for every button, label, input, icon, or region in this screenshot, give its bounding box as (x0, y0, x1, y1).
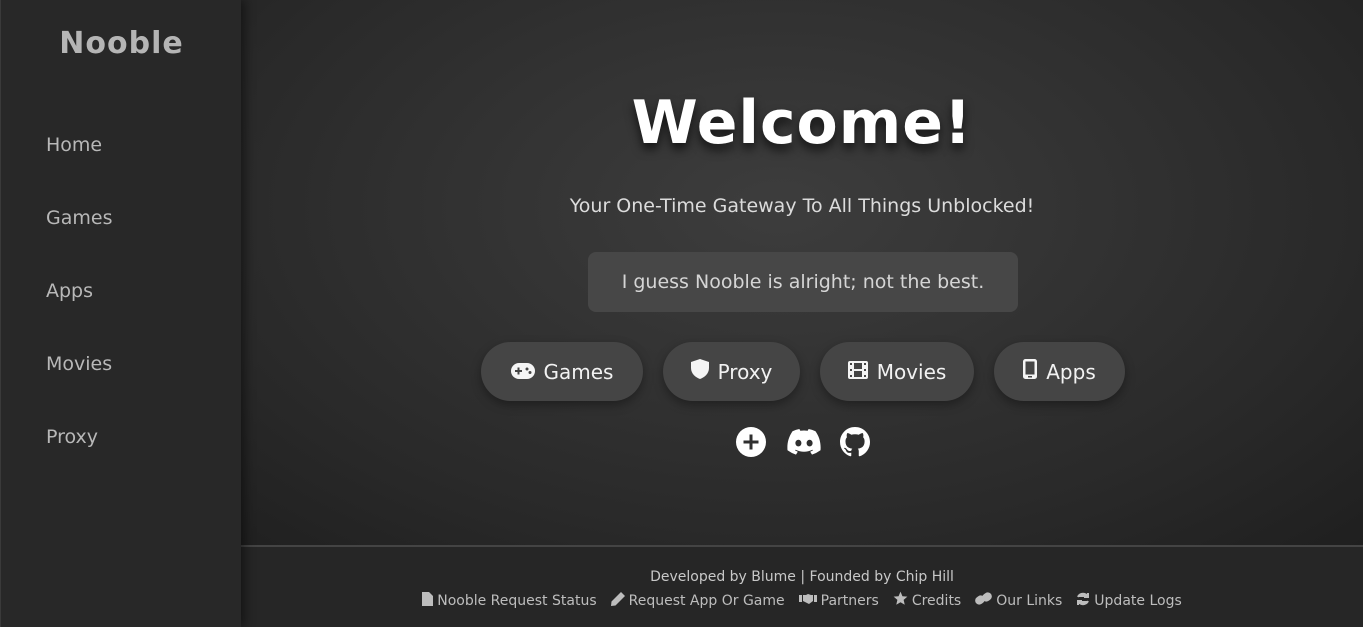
file-icon (422, 591, 434, 610)
footer-link-request-app[interactable]: Request App Or Game (610, 591, 785, 610)
footer: Developed by Blume | Founded by Chip Hil… (241, 545, 1363, 627)
footer-link-label: Request App Or Game (628, 592, 785, 609)
games-button[interactable]: Games (481, 342, 643, 401)
sidebar-item-home[interactable]: Home (46, 134, 102, 156)
shield-icon (690, 359, 709, 384)
footer-link-partners[interactable]: Partners (798, 591, 879, 610)
pencil-icon (610, 591, 625, 610)
star-icon (893, 591, 908, 610)
movies-button[interactable]: Movies (820, 342, 974, 401)
footer-credit: Developed by Blume | Founded by Chip Hil… (650, 569, 954, 585)
sidebar-item-movies[interactable]: Movies (46, 353, 112, 375)
mobile-icon (1023, 359, 1038, 384)
page-title: Welcome! (631, 88, 973, 158)
film-icon (847, 360, 868, 384)
sidebar: Nooble Home Games Apps Movies Proxy (0, 0, 241, 627)
plus-circle-icon[interactable] (735, 426, 767, 458)
movies-button-label: Movies (876, 359, 947, 384)
page-subtitle: Your One-Time Gateway To All Things Unbl… (569, 195, 1035, 217)
main-content: Welcome! Your One-Time Gateway To All Th… (241, 0, 1363, 546)
proxy-button-label: Proxy (717, 359, 773, 384)
proxy-button[interactable]: Proxy (663, 342, 800, 401)
footer-links: Nooble Request Status Request App Or Gam… (241, 591, 1363, 610)
footer-link-label: Nooble Request Status (437, 592, 597, 609)
link-icon (975, 591, 993, 610)
gamepad-icon (510, 360, 535, 384)
sidebar-item-proxy[interactable]: Proxy (46, 426, 98, 448)
app: Nooble Home Games Apps Movies Proxy Welc… (0, 0, 1363, 627)
github-icon[interactable] (839, 426, 871, 458)
handshake-icon (798, 593, 817, 609)
footer-link-label: Partners (820, 592, 879, 609)
apps-button[interactable]: Apps (994, 342, 1125, 401)
footer-link-label: Update Logs (1094, 592, 1182, 609)
refresh-icon (1076, 592, 1090, 610)
quote-text: I guess Nooble is alright; not the best. (621, 271, 985, 293)
apps-button-label: Apps (1046, 359, 1096, 384)
footer-link-update-logs[interactable]: Update Logs (1076, 591, 1182, 610)
footer-link-credits[interactable]: Credits (893, 591, 961, 610)
sidebar-item-apps[interactable]: Apps (46, 280, 93, 302)
brand-logo[interactable]: Nooble (1, 26, 242, 61)
sidebar-item-games[interactable]: Games (46, 207, 112, 229)
footer-link-request-status[interactable]: Nooble Request Status (422, 591, 597, 610)
quote-box: I guess Nooble is alright; not the best. (588, 252, 1018, 312)
footer-link-label: Credits (911, 592, 962, 609)
footer-link-our-links[interactable]: Our Links (975, 591, 1062, 610)
footer-link-label: Our Links (996, 592, 1063, 609)
discord-icon[interactable] (786, 426, 822, 458)
games-button-label: Games (543, 359, 614, 384)
